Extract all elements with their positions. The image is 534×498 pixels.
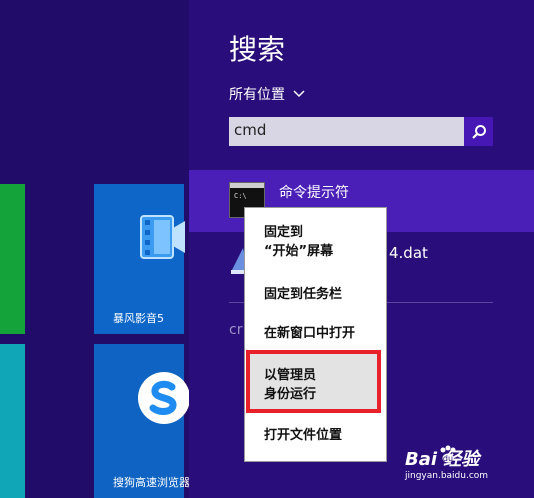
chevron-down-icon	[293, 90, 305, 98]
search-input[interactable]: cmd	[229, 117, 493, 146]
menu-item-pin-start[interactable]: 固定到 “开始”屏幕	[264, 223, 333, 261]
sogou-browser-icon	[138, 372, 190, 424]
tile-sogou[interactable]: 搜狗高速浏览器	[94, 344, 190, 498]
menu-item-label: 在新窗口中打开	[264, 326, 356, 341]
annotation-highlight-box	[246, 350, 381, 413]
menu-item-label: 固定到	[264, 225, 304, 240]
result-label: 4.dat	[389, 244, 428, 262]
menu-item-open-new-window[interactable]: 在新窗口中打开	[264, 324, 355, 343]
watermark-url: jingyan.baidu.com	[405, 471, 489, 481]
paw-icon: du	[440, 445, 456, 463]
tile-label: 暴风影音5	[113, 312, 164, 325]
search-button[interactable]	[464, 117, 493, 146]
menu-item-label: 固定到任务栏	[264, 287, 343, 302]
menu-item-label: “开始”屏幕	[264, 244, 334, 259]
result-label: 命令提示符	[279, 185, 349, 201]
tile-teal[interactable]	[0, 344, 25, 498]
menu-item-pin-taskbar[interactable]: 固定到任务栏	[264, 285, 342, 304]
magnifier-icon	[471, 124, 486, 139]
scope-label: 所有位置	[229, 87, 285, 103]
menu-item-open-file-location[interactable]: 打开文件位置	[264, 426, 342, 445]
scope-selector[interactable]: 所有位置	[229, 84, 305, 104]
menu-item-label: 打开文件位置	[264, 428, 343, 443]
svg-text:du: du	[443, 454, 453, 463]
search-value: cmd	[234, 121, 267, 139]
truncated-text: cr	[229, 322, 243, 338]
svg-text:C:\: C:\	[234, 192, 247, 200]
film-icon	[140, 215, 185, 259]
pane-title: 搜索	[229, 33, 286, 66]
tile-baofeng[interactable]: 暴风影音5	[94, 184, 185, 334]
tile-green[interactable]	[0, 184, 25, 334]
tile-label: 搜狗高速浏览器	[113, 476, 190, 489]
context-menu: 固定到 “开始”屏幕 固定到任务栏 在新窗口中打开 以管理员 身份运行 打开文件…	[244, 207, 387, 462]
